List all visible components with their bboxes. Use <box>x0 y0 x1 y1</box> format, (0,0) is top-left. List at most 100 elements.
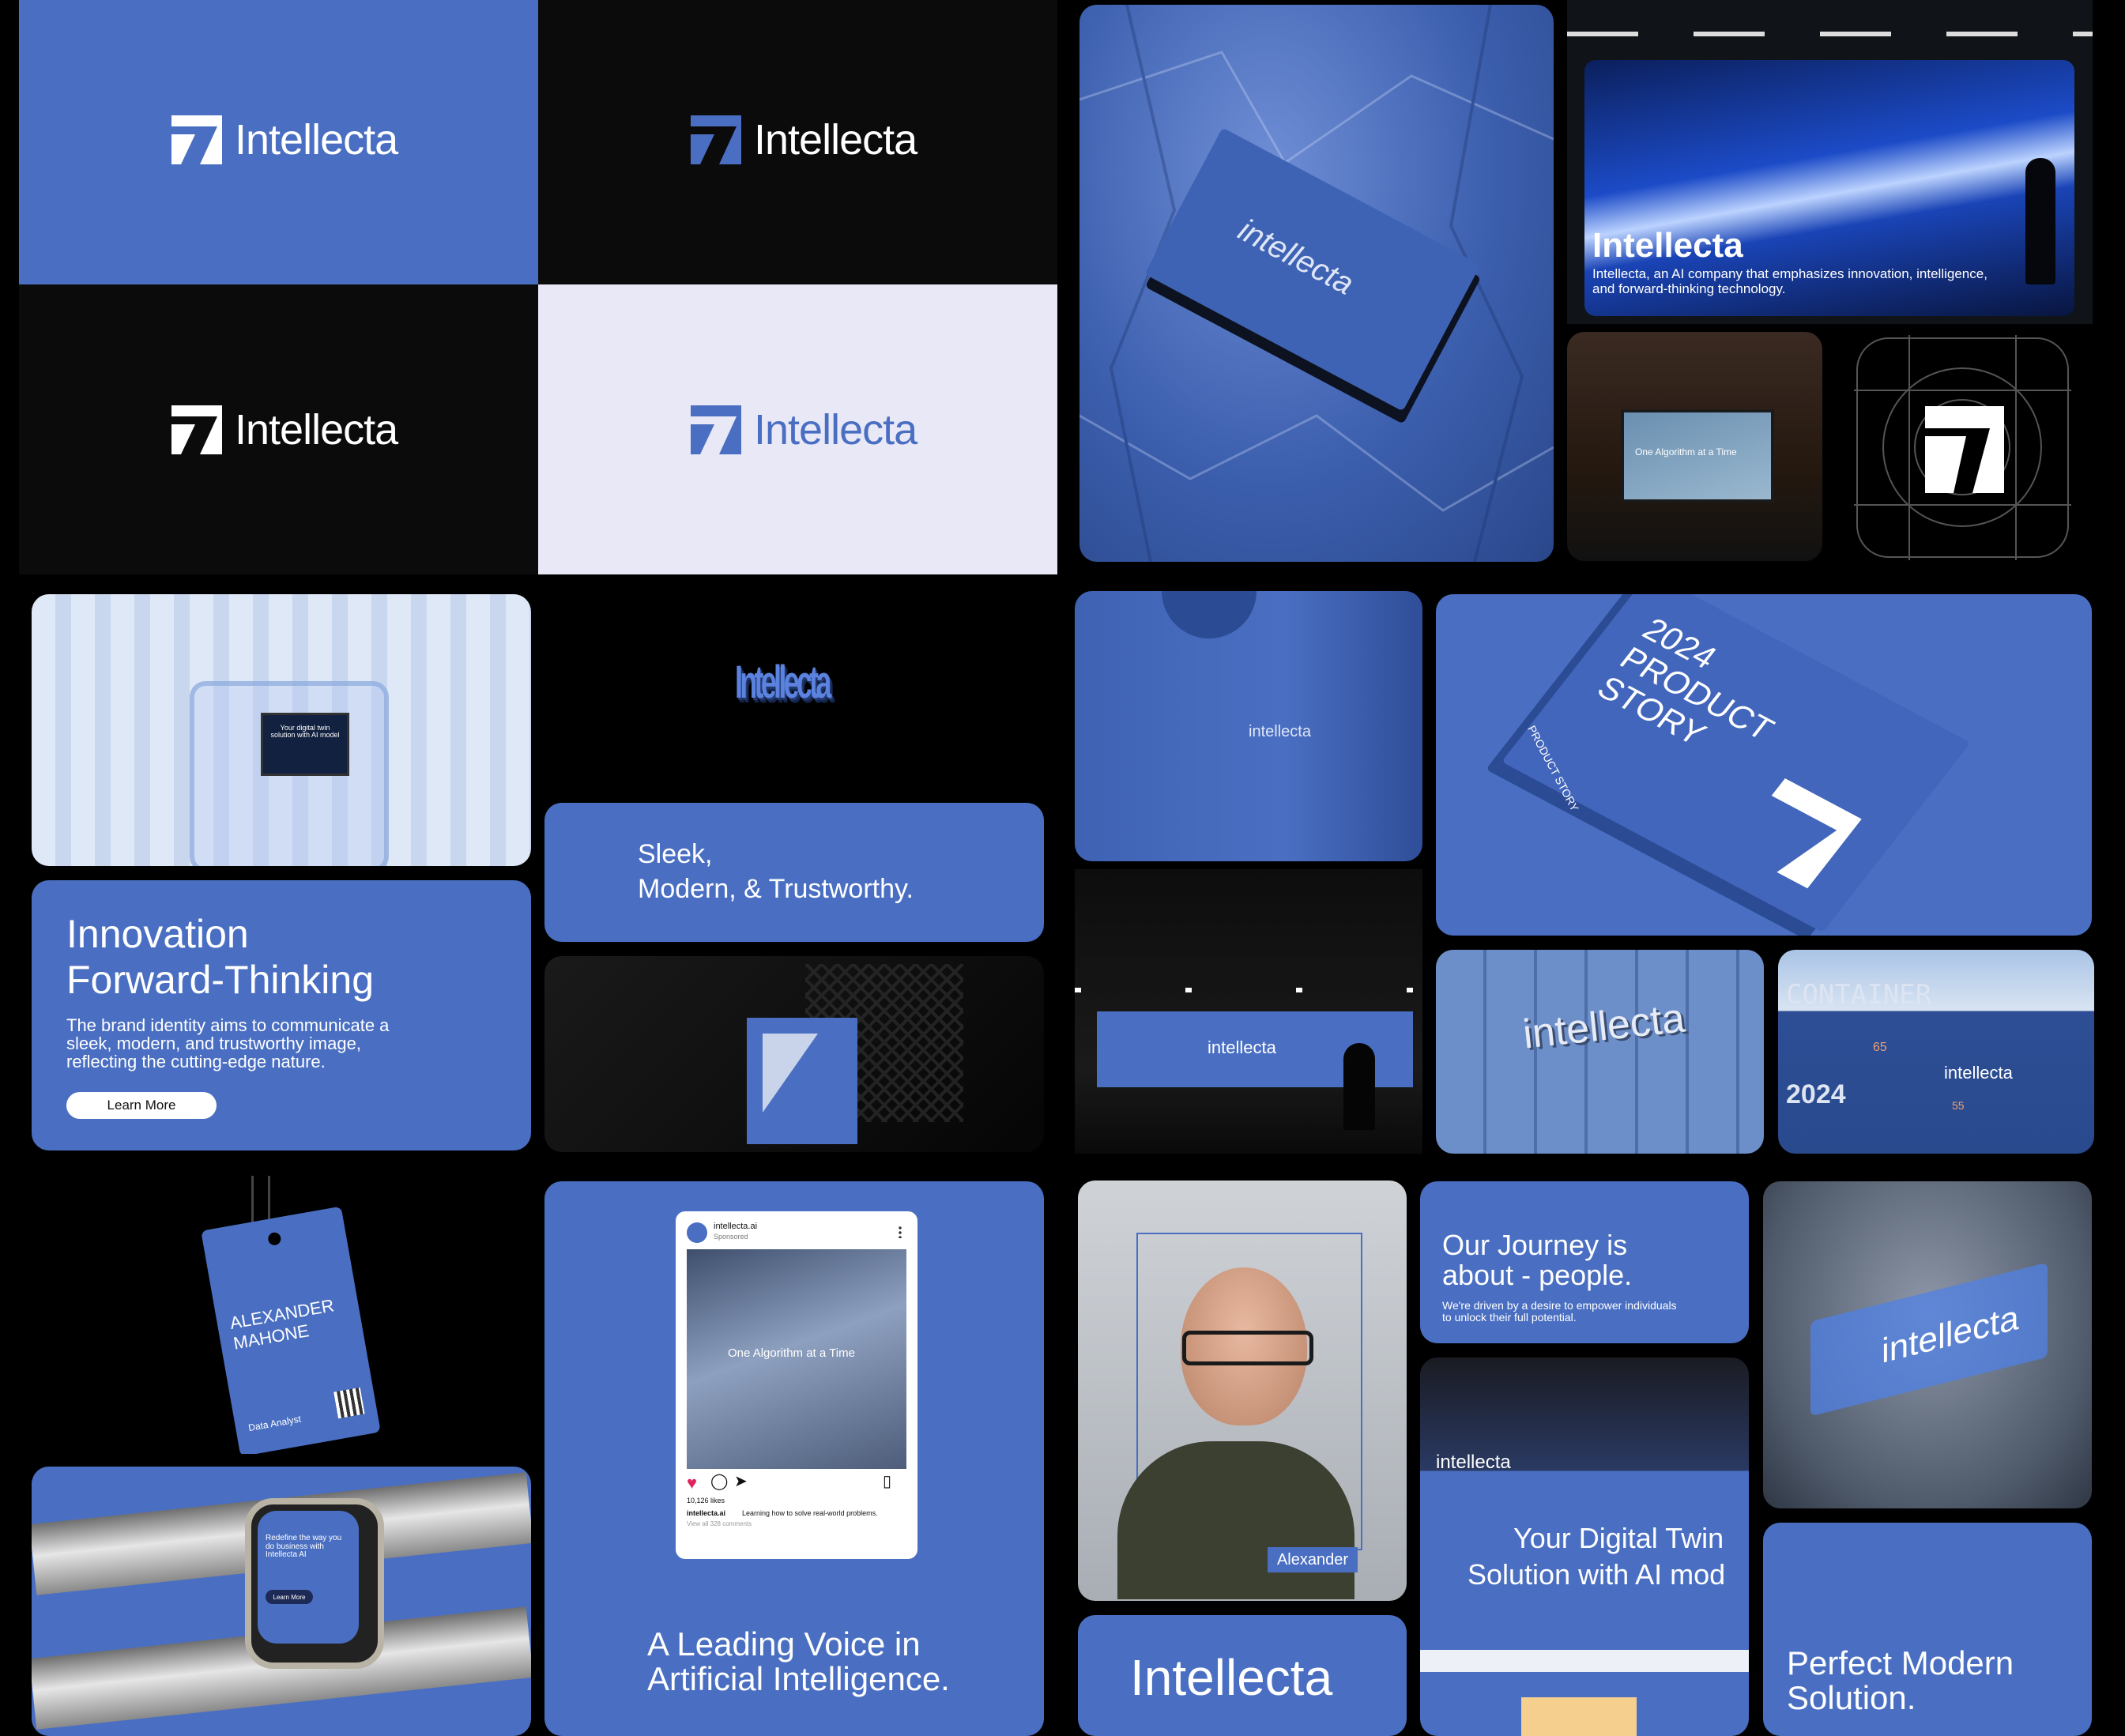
container-mark-65: 65 <box>1873 1041 1887 1054</box>
tagline-card: Sleek, Modern, & Trustworthy. <box>544 803 1044 942</box>
big-word-card: Intellecta <box>1078 1615 1407 1736</box>
perfect-card: Perfect Modern Solution. <box>1763 1523 2092 1736</box>
badge-qr-code <box>333 1387 365 1419</box>
3d-wordmark: Intellecta <box>735 654 861 725</box>
journey-title-1: Our Journey is <box>1442 1229 1628 1261</box>
big-word: Intellecta <box>1130 1649 1333 1706</box>
logo-tile-blue: Intellecta <box>19 0 538 284</box>
stage-screen-wordmark: intellecta <box>1208 1037 1276 1057</box>
learn-more-button[interactable]: Learn More <box>66 1092 217 1119</box>
watch-title: Redefine the way you do business with In… <box>266 1534 342 1559</box>
chair-laptop-photo: Your digital twin solution with AI model <box>32 594 531 866</box>
portrait-glasses <box>1182 1331 1313 1365</box>
logo-mark-icon <box>171 405 222 454</box>
badge-hole <box>267 1231 282 1247</box>
instagram-card: intellecta.ai Sponsored One Algorithm at… <box>544 1181 1044 1736</box>
tagline-line-2: Modern, & Trustworthy. <box>638 874 914 904</box>
logo-mark-icon <box>691 115 741 164</box>
innovation-body: The brand identity aims to communicate a… <box>66 1015 390 1072</box>
instagram-post: intellecta.ai Sponsored One Algorithm at… <box>676 1211 917 1559</box>
street-billboard-caption: One Algorithm at a Time <box>1635 446 1737 458</box>
heart-icon[interactable]: ♥ <box>687 1474 697 1492</box>
watch-button[interactable]: Learn More <box>266 1590 313 1604</box>
laptop-ui-bottom-bar <box>1420 1650 1749 1672</box>
laptop-screen-text: Your digital twin solution with AI model <box>270 724 340 740</box>
box-wordmark: intellecta <box>1232 212 1359 302</box>
hood-shadow <box>1162 591 1257 638</box>
person-silhouette <box>2025 158 2055 284</box>
acrylic-sign-wordmark: intellecta <box>1882 1297 2019 1371</box>
acrylic-sign-photo: intellecta <box>1763 1181 2092 1508</box>
badge-role: Data Analyst <box>247 1413 302 1434</box>
brand-logo: Intellecta <box>691 405 917 454</box>
id-badge-photo: ALEXANDER MAHONE Data Analyst <box>32 1169 531 1454</box>
logo-tile-black: Intellecta <box>538 0 1057 284</box>
stage-screen-photo: intellecta <box>1075 869 1422 1154</box>
product-story-book: 2024 PRODUCT STORY <box>1501 594 1971 933</box>
digital-twin-line-1: Your Digital Twin <box>1513 1522 1724 1554</box>
container-mark-55: 55 <box>1952 1099 1965 1112</box>
laptop: Your digital twin solution with AI model <box>261 713 349 776</box>
logo-tile-light: Intellecta <box>538 284 1057 574</box>
instagram-sub: Sponsored <box>714 1233 748 1241</box>
tote-logo-shape <box>763 1034 818 1113</box>
instagram-handle: intellecta.ai <box>714 1222 758 1231</box>
leading-voice-line-2: Artificial Intelligence. <box>647 1660 950 1697</box>
instagram-post-title: One Algorithm at a Time <box>728 1346 855 1360</box>
tagline-line-1: Sleek, <box>638 839 713 869</box>
perfect-line-2: Solution. <box>1787 1679 1916 1716</box>
crumpled-paper-box-photo: intellecta <box>1079 5 1554 562</box>
journey-card: Our Journey is about - people. We're dri… <box>1420 1181 1749 1343</box>
portrait-shirt <box>1117 1441 1354 1599</box>
logo-wordmark: Intellecta <box>235 116 398 164</box>
app-icon-grid <box>1854 335 2071 560</box>
perfect-line-1: Perfect Modern <box>1787 1644 2014 1681</box>
hero-billboard-scene: Intellecta Intellecta, an AI company tha… <box>1567 0 2093 324</box>
logo-wordmark: Intellecta <box>754 116 917 164</box>
book-logo-mark <box>1731 778 1862 889</box>
smartwatch: Redefine the way you do business with In… <box>245 1498 384 1669</box>
smartwatch-card: Redefine the way you do business with In… <box>32 1467 531 1736</box>
logo-tile-black-2: Intellecta <box>19 284 538 574</box>
watch-button-label: Learn More <box>273 1593 306 1601</box>
cardboard-box <box>1521 1697 1637 1736</box>
icon-construction-grid <box>1854 335 2071 560</box>
brand-logo: Intellecta <box>171 405 398 454</box>
digital-twin-line-2: Solution with AI mod <box>1468 1558 1726 1591</box>
innovation-title-1: Innovation <box>66 912 249 956</box>
share-icon[interactable]: ➤ <box>734 1474 748 1490</box>
innovation-title-2: Forward-Thinking <box>66 958 375 1002</box>
brand-logo: Intellecta <box>171 115 398 164</box>
comment-icon[interactable]: ◯ <box>710 1474 728 1490</box>
leading-voice-line-1: A Leading Voice in <box>647 1625 921 1663</box>
instagram-avatar <box>687 1222 707 1243</box>
logo-wordmark: Intellecta <box>754 406 917 454</box>
street-billboard-photo: One Algorithm at a Time <box>1567 332 1822 561</box>
3d-wordmark-text: Intellecta <box>735 657 831 708</box>
bookmark-icon[interactable]: ▯ <box>883 1474 891 1490</box>
instagram-image: One Algorithm at a Time <box>687 1249 906 1469</box>
facade-wordmark: intellecta <box>1520 995 1687 1058</box>
instagram-comments[interactable]: View all 328 comments <box>687 1520 752 1527</box>
instagram-menu-icon[interactable] <box>899 1226 902 1238</box>
container-label: CONTAINER <box>1786 979 1932 1011</box>
logo-wordmark: Intellecta <box>235 406 398 454</box>
portrait-photo: Alexander <box>1078 1181 1407 1601</box>
journey-body: We're driven by a desire to empower indi… <box>1442 1299 1677 1324</box>
billboard-screen: Intellecta Intellecta, an AI company tha… <box>1584 60 2074 316</box>
laptop-ui-photo: intellecta Your Digital Twin Solution wi… <box>1420 1358 1749 1736</box>
brand-logo: Intellecta <box>691 115 917 164</box>
badge-lanyard <box>251 1176 270 1223</box>
tote-bag-photo <box>544 956 1044 1152</box>
innovation-card: Innovation Forward-Thinking The brand id… <box>32 880 531 1150</box>
portrait-name: Alexander <box>1276 1550 1349 1568</box>
product-story-card: 2024 PRODUCT STORY PRODUCT STORY <box>1436 594 2092 936</box>
instagram-caption: Learning how to solve real-world problem… <box>742 1509 878 1517</box>
portrait-name-tag: Alexander <box>1268 1547 1358 1572</box>
watch-screen: Redefine the way you do business with In… <box>258 1511 359 1644</box>
id-badge: ALEXANDER MAHONE Data Analyst <box>201 1206 381 1454</box>
truss-lights <box>1075 988 1422 992</box>
shipping-container-photo: CONTAINER 2024 65 55 intellecta <box>1778 950 2094 1154</box>
audience-silhouettes <box>1343 1043 1375 1130</box>
billboard-title: Intellecta <box>1592 226 1743 265</box>
